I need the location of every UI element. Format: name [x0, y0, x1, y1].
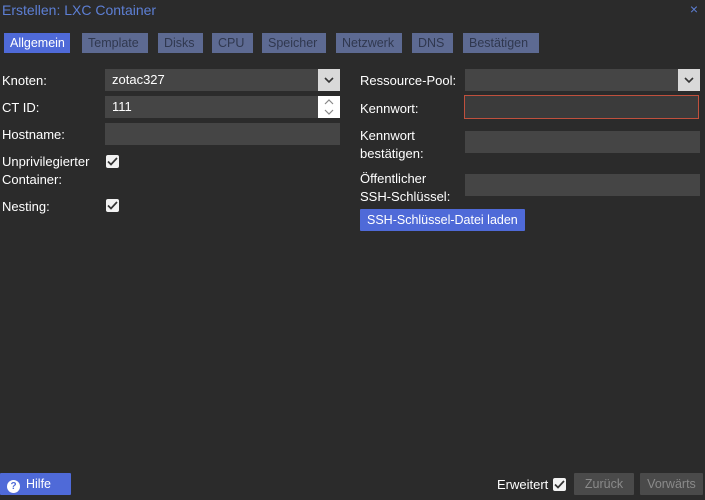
tab-dns[interactable]: DNS: [412, 33, 453, 53]
nesting-label: Nesting:: [2, 199, 50, 214]
node-value: zotac327: [112, 72, 165, 87]
unprivileged-label-line2: Container:: [2, 172, 62, 187]
next-button[interactable]: Vorwärts: [640, 473, 703, 495]
ctid-value: 111: [112, 99, 132, 114]
tab-speicher[interactable]: Speicher: [262, 33, 326, 53]
chevron-down-icon[interactable]: [318, 69, 340, 91]
back-button[interactable]: Zurück: [574, 473, 634, 495]
advanced-checkbox[interactable]: [553, 478, 566, 491]
password-label: Kennwort:: [360, 101, 419, 116]
check-icon: [554, 480, 565, 489]
ssh-key-label-line2: SSH-Schlüssel:: [360, 189, 451, 204]
ssh-key-input[interactable]: [465, 174, 700, 196]
tab-allgemein[interactable]: Allgemein: [4, 33, 70, 53]
question-icon: ?: [7, 480, 20, 493]
check-icon: [107, 157, 118, 166]
close-icon[interactable]: ×: [690, 1, 698, 17]
window-title: Erstellen: LXC Container: [2, 2, 157, 18]
chevron-down-icon[interactable]: [678, 69, 700, 91]
tab-disks[interactable]: Disks: [158, 33, 203, 53]
tab-cpu[interactable]: CPU: [212, 33, 253, 53]
load-ssh-key-button[interactable]: SSH-Schlüssel-Datei laden: [360, 209, 525, 231]
confirm-password-input[interactable]: [465, 131, 700, 153]
help-button[interactable]: ? Hilfe: [0, 473, 71, 495]
advanced-label: Erweitert: [497, 477, 549, 492]
hostname-label: Hostname:: [2, 127, 65, 142]
confirm-password-label-line2: bestätigen:: [360, 146, 424, 161]
unprivileged-label-line1: Unprivilegierter: [2, 154, 90, 169]
password-input[interactable]: [464, 95, 699, 119]
confirm-password-label-line1: Kennwort: [360, 128, 415, 143]
nesting-checkbox[interactable]: [106, 199, 119, 212]
node-label: Knoten:: [2, 73, 47, 88]
tab-template[interactable]: Template: [82, 33, 148, 53]
window-titlebar: Erstellen: LXC Container ×: [0, 0, 705, 22]
ssh-key-label-line1: Öffentlicher: [360, 171, 427, 186]
check-icon: [107, 201, 118, 210]
tab-bestaetigen[interactable]: Bestätigen: [463, 33, 539, 53]
ctid-field[interactable]: 111: [105, 96, 340, 118]
tab-netzwerk[interactable]: Netzwerk: [336, 33, 402, 53]
ctid-label: CT ID:: [2, 100, 40, 115]
help-label: Hilfe: [26, 477, 52, 491]
pool-label: Ressource-Pool:: [360, 73, 457, 88]
spinner-icon[interactable]: [318, 96, 340, 118]
node-select[interactable]: zotac327: [105, 69, 340, 91]
pool-select[interactable]: [465, 69, 700, 91]
hostname-input[interactable]: [105, 123, 340, 145]
unprivileged-checkbox[interactable]: [106, 155, 119, 168]
